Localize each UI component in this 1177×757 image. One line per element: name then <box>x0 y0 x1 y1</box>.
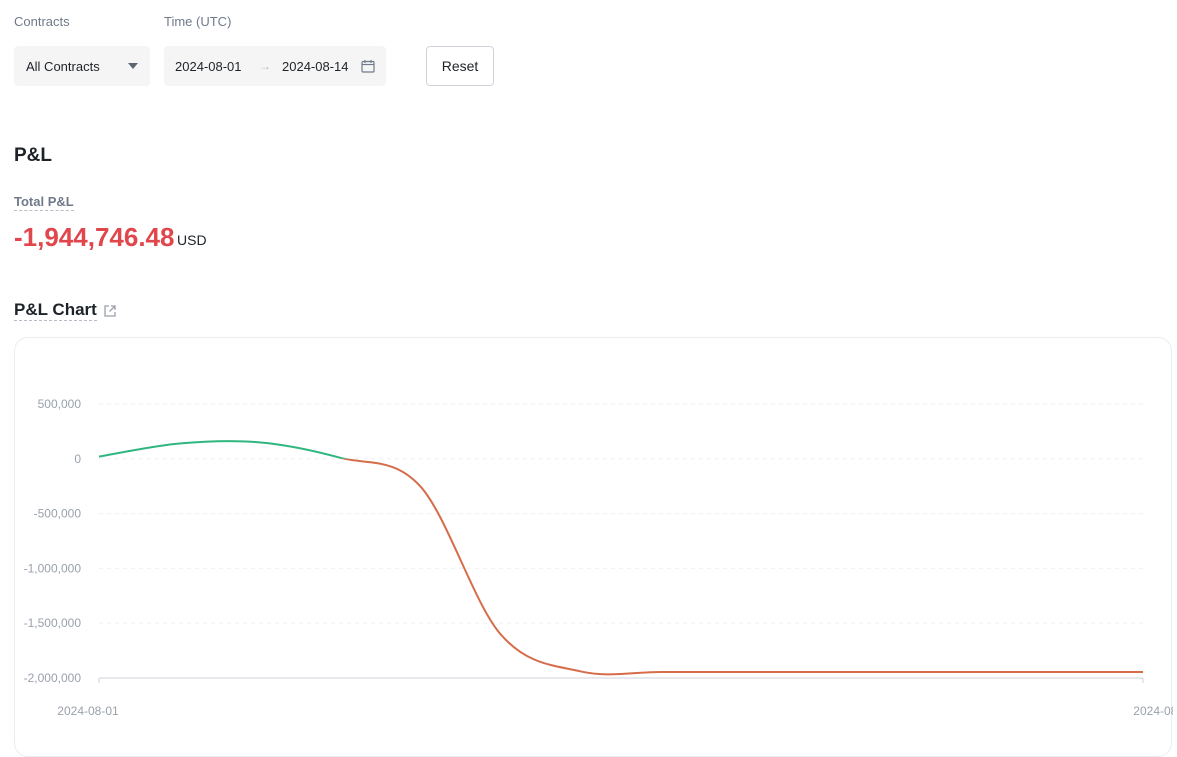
y-tick-label: -500,000 <box>34 507 82 521</box>
external-link-icon[interactable] <box>103 304 117 318</box>
y-tick-label: -1,000,000 <box>24 561 82 575</box>
pnl-chart-card: 500,000 0 -500,000 -1,000,000 -1,500,000 -2,0… <box>14 337 1173 757</box>
caret-down-icon <box>128 63 138 69</box>
date-range-picker[interactable]: 2024-08-01 → 2024-08-14 <box>164 46 386 86</box>
calendar-icon[interactable] <box>361 59 375 73</box>
x-tick-label: 2024-08-01 <box>57 704 119 718</box>
pnl-line-positive <box>98 440 351 459</box>
pnl-chart-title: P&L Chart <box>14 300 97 321</box>
pnl-line-chart: 500,000 0 -500,000 -1,000,000 -1,500,000 -2,0… <box>24 397 1173 718</box>
y-tick-label: -1,500,000 <box>24 616 82 630</box>
y-tick-label: 500,000 <box>38 397 82 411</box>
contracts-label: Contracts <box>14 14 70 29</box>
pnl-title: P&L <box>14 145 52 166</box>
reset-button[interactable]: Reset <box>426 46 494 86</box>
total-pnl-value: -1,944,746.48 <box>14 222 175 252</box>
time-label: Time (UTC) <box>164 14 232 29</box>
pnl-line-negative <box>340 458 1143 676</box>
arrow-right-icon: → <box>259 59 271 73</box>
total-pnl-label[interactable]: Total P&L <box>14 194 74 211</box>
y-tick-label: 0 <box>74 452 81 466</box>
pnl-chart-header: P&L Chart <box>14 300 117 321</box>
date-end-input[interactable]: 2024-08-14 <box>282 59 349 74</box>
date-start-input[interactable]: 2024-08-01 <box>175 59 242 74</box>
total-pnl-unit: USD <box>177 232 207 248</box>
contracts-select[interactable]: All Contracts <box>14 46 150 86</box>
contracts-select-value: All Contracts <box>26 58 100 74</box>
y-tick-label: -2,000,000 <box>24 671 82 685</box>
x-tick-label: 2024-08-14 <box>1133 704 1173 718</box>
